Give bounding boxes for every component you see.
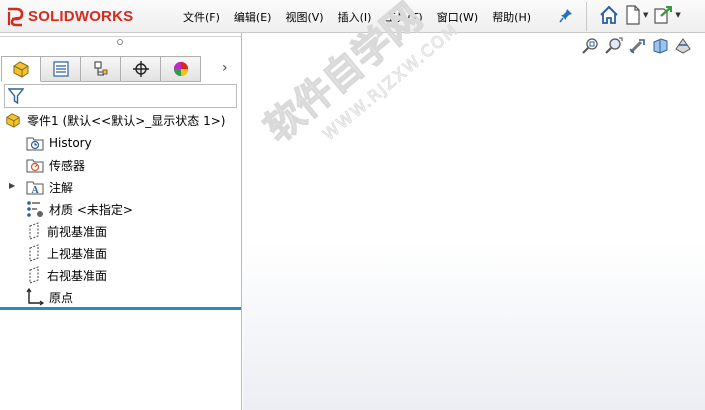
- expand-arrow-icon[interactable]: ▶: [9, 181, 15, 190]
- menu-tools[interactable]: 工具(T): [378, 0, 429, 33]
- filter-icon: [8, 88, 24, 105]
- logo-text: SOLIDWORKS: [28, 8, 134, 25]
- tree-item-label: 材质 <未指定>: [49, 202, 133, 217]
- menubar: SOLIDWORKS 文件(F) 编辑(E) 视图(V) 插入(I) 工具(T)…: [0, 0, 705, 33]
- property-manager-tab[interactable]: [41, 56, 81, 82]
- panel-accent-bar: [0, 307, 241, 310]
- main-menu: 文件(F) 编辑(E) 视图(V) 插入(I) 工具(T) 窗口(W) 帮助(H…: [176, 0, 538, 33]
- crosshair-icon: [132, 61, 149, 77]
- material-icon: [27, 201, 43, 217]
- tree-item-front-plane[interactable]: 前视基准面: [26, 221, 107, 241]
- previous-view-icon[interactable]: [628, 37, 646, 58]
- view-orientation-icon[interactable]: [674, 37, 692, 58]
- menu-insert[interactable]: 插入(I): [331, 0, 379, 33]
- panel-splitter-handle[interactable]: [117, 39, 123, 45]
- configuration-icon: [93, 61, 107, 76]
- menu-edit[interactable]: 编辑(E): [227, 0, 279, 33]
- configuration-manager-tab[interactable]: [81, 56, 121, 82]
- graphics-area[interactable]: 软件自学网 WWW.RJZXW.COM: [243, 0, 705, 410]
- tree-item-annotations[interactable]: A 注解: [26, 177, 73, 197]
- feature-tree-tab[interactable]: [1, 56, 41, 82]
- plane-icon: [29, 244, 39, 262]
- home-icon[interactable]: [598, 4, 620, 26]
- menu-view[interactable]: 视图(V): [278, 0, 330, 33]
- dimxpert-tab[interactable]: [121, 56, 161, 82]
- annotations-folder-icon: A: [26, 181, 44, 195]
- appearance-ball-icon: [173, 62, 188, 76]
- open-document-button[interactable]: ▼: [652, 4, 681, 26]
- plane-icon: [29, 222, 39, 240]
- tree-item-sensors[interactable]: 传感器: [26, 155, 85, 175]
- tree-item-label: 前视基准面: [47, 224, 108, 239]
- menu-help[interactable]: 帮助(H): [485, 0, 538, 33]
- tree-root-part[interactable]: 零件1 (默认<<默认>_显示状态 1>): [4, 111, 225, 129]
- ds-logo-icon: [7, 7, 24, 26]
- tree-item-label: History: [49, 136, 92, 150]
- chevron-down-icon[interactable]: ▼: [643, 11, 648, 19]
- sensor-folder-icon: [26, 159, 44, 173]
- property-list-icon: [52, 61, 69, 77]
- tree-filter-box[interactable]: [4, 84, 237, 108]
- new-document-icon: [626, 5, 640, 25]
- tree-item-origin[interactable]: 原点: [26, 287, 73, 307]
- feature-manager-panel: › 零件1 (默认<<默认>_显示状态 1>) History 传感器 ▶ A …: [0, 33, 242, 410]
- heads-up-toolbar: [582, 37, 697, 58]
- part-icon: [13, 61, 29, 78]
- manager-tabs: [1, 56, 201, 82]
- section-view-icon[interactable]: [651, 37, 669, 58]
- new-document-button[interactable]: ▼: [624, 4, 648, 26]
- solidworks-logo[interactable]: SOLIDWORKS: [0, 0, 156, 33]
- panel-divider: [0, 36, 241, 37]
- tree-item-label: 注解: [49, 180, 74, 195]
- zoom-to-fit-icon[interactable]: [582, 37, 600, 58]
- plane-icon: [29, 266, 39, 284]
- menubar-separator: [586, 2, 587, 31]
- tree-item-label: 传感器: [49, 158, 86, 173]
- open-document-icon: [654, 6, 673, 24]
- tree-item-material[interactable]: 材质 <未指定>: [26, 199, 133, 219]
- standard-toolbar: ▼ ▼: [598, 4, 685, 26]
- origin-icon: [26, 288, 44, 306]
- zoom-to-area-icon[interactable]: [605, 37, 623, 58]
- menu-window[interactable]: 窗口(W): [430, 0, 485, 33]
- display-manager-tab[interactable]: [161, 56, 201, 82]
- chevron-right-icon[interactable]: ›: [222, 60, 228, 76]
- chevron-down-icon[interactable]: ▼: [675, 11, 680, 19]
- tree-root-label: 零件1 (默认<<默认>_显示状态 1>): [27, 113, 226, 128]
- tree-item-right-plane[interactable]: 右视基准面: [26, 265, 107, 285]
- tree-item-top-plane[interactable]: 上视基准面: [26, 243, 107, 263]
- tree-item-history[interactable]: History: [26, 133, 92, 153]
- pin-icon[interactable]: [559, 8, 573, 27]
- history-folder-icon: [26, 137, 44, 151]
- menu-file[interactable]: 文件(F): [176, 0, 227, 33]
- tree-item-label: 右视基准面: [47, 268, 108, 283]
- tree-item-label: 原点: [49, 290, 74, 305]
- svg-text:A: A: [32, 185, 40, 195]
- part-icon: [6, 113, 20, 128]
- svg-text:WWW.RJZXW.COM: WWW.RJZXW.COM: [319, 19, 462, 144]
- tree-item-label: 上视基准面: [47, 246, 108, 261]
